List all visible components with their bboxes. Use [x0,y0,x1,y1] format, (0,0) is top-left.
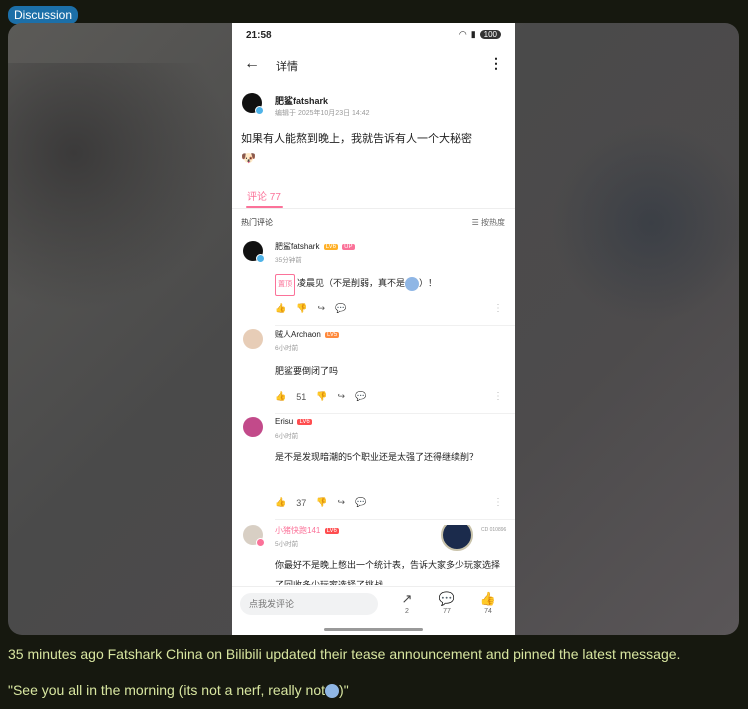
comment-author[interactable]: 肥鲨fatshark LV6 UP [275,241,355,252]
comment-text: 置顶 凌晨见（不是削弱，真不是）！ [275,273,510,296]
verified-badge-icon [255,106,264,115]
edit-timestamp: 编辑于 2025年10月23日 14:42 [275,110,370,117]
tab-bar: 评论 77 [232,188,515,209]
comment-time: 6小时前 [275,345,299,352]
tab-underline [246,206,283,208]
comment-more-icon[interactable]: ⋮ [493,497,503,508]
level-badge: LV5 [325,331,340,338]
reply-icon[interactable]: 💬 [355,391,366,402]
comment-text: 是不是发现暗潮的5个职业还是太强了还得继续削？ [275,452,479,462]
comment-actions: 👍 51 👎 ↪ 💬 [275,391,366,402]
share-icon[interactable]: ↪ [337,391,345,402]
comment-divider [275,325,515,326]
comment-divider [275,413,515,414]
comment-button[interactable]: 💬 77 [435,591,459,615]
verified-badge-icon [256,254,265,263]
comment-divider [275,519,515,520]
comment-actions: 👍 37 👎 ↪ 💬 [275,497,366,508]
more-options-icon[interactable]: ⋮ [489,55,503,72]
background-blur-left [8,63,228,363]
pinned-badge: 置顶 [275,274,295,296]
share-icon[interactable]: ↪ [317,303,325,314]
discussion-tag[interactable]: Discussion [8,6,79,24]
comment-text: 你最好不是晚上憋出一个统计表，告诉大家多少玩家选择了回收多少玩家选择了挑战 [275,560,501,585]
battery-indicator: 100 [479,30,501,39]
share-button[interactable]: ↗ 2 [395,591,419,615]
comment-item: 肥鲨fatshark LV6 UP 35分钟前 置顶 凌晨见（不是削弱，真不是）！… [232,241,515,326]
post-text: 如果有人能熬到晚上，我就告诉有人一个大秘密 [241,133,472,145]
fan-medal-icon [441,525,473,551]
like-icon[interactable]: 👍 [275,497,286,508]
signal-icon: ▮ [470,29,476,39]
reply-icon[interactable]: 💬 [335,303,346,314]
comment-author[interactable]: 小猪快跑141 LV6 [275,525,339,536]
like-count: 51 [296,391,307,402]
dislike-icon[interactable]: 👎 [316,391,327,402]
comment-more-icon[interactable]: ⋮ [493,391,503,402]
up-badge: UP [342,243,355,250]
comment-more-icon[interactable]: ⋮ [493,303,503,314]
reply-icon[interactable]: 💬 [355,497,366,508]
share-icon: ↗ [401,591,413,606]
tab-comments[interactable]: 评论 77 [247,188,281,203]
verified-badge-icon [256,538,265,547]
crying-emoji-icon [325,684,340,699]
comment-author[interactable]: Erisu LV6 [275,417,312,426]
page-title: 详情 [276,61,298,73]
dislike-icon[interactable]: 👎 [296,303,307,314]
dislike-icon[interactable]: 👎 [316,497,327,508]
level-badge: LV6 [324,527,339,534]
level-badge: LV6 [297,418,312,425]
comment-avatar[interactable] [243,329,263,349]
comment-icon: 💬 [438,591,456,606]
status-icons: ◠ ▮ 100 [459,29,501,40]
phone-screen: 21:58 ◠ ▮ 100 ← 详情 ⋮ 肥鲨fatshark 编辑于 2025… [232,23,515,635]
wifi-icon: ◠ [458,29,467,39]
sort-button[interactable]: ☰ 按热度 [472,217,505,228]
like-icon[interactable]: 👍 [275,303,286,314]
screenshot-frame: 21:58 ◠ ▮ 100 ← 详情 ⋮ 肥鲨fatshark 编辑于 2025… [8,23,739,635]
like-icon[interactable]: 👍 [275,391,286,402]
like-button[interactable]: 👍 74 [476,591,500,615]
comment-text: 肥鲨要倒闭了吗 [275,366,339,376]
reply-input[interactable] [240,593,378,615]
comment-item: 贼人Archaon LV5 6小时前 肥鲨要倒闭了吗 👍 51 👎 ↪ 💬 ⋮ [232,329,515,414]
comment-actions: 👍 👎 ↪ 💬 [275,303,346,314]
quote-text: "See you all in the morning (its not a n… [8,682,349,699]
sort-icon: ☰ [471,218,479,227]
level-badge: LV6 [323,243,338,250]
comment-time: 6小时前 [275,433,299,440]
top-bar: ← 详情 ⋮ [232,53,515,77]
author-name[interactable]: 肥鲨fatshark [275,94,328,107]
hot-comments-label: 热门评论 [241,218,273,227]
like-icon: 👍 [479,591,497,606]
comment-item: Erisu LV6 6小时前 是不是发现暗潮的5个职业还是太强了还得继续削？ 👍… [232,417,515,520]
comment-time: 5小时前 [275,541,299,548]
caption-text: 35 minutes ago Fatshark China on Bilibil… [8,646,681,662]
share-icon[interactable]: ↪ [337,497,345,508]
fan-medal-label: CD 010896 [481,527,507,533]
background-blur-right [519,123,739,323]
comment-avatar[interactable] [243,417,263,437]
back-arrow-icon[interactable]: ← [244,55,260,73]
like-count: 37 [296,497,307,508]
status-time: 21:58 [246,30,272,41]
comment-author[interactable]: 贼人Archaon LV5 [275,329,340,340]
home-indicator [324,628,423,631]
comment-item: 小猪快跑141 LV6 5小时前 CD 010896 你最好不是晚上憋出一个统计… [232,525,515,585]
crying-emoji-icon [405,276,420,291]
comment-time: 35分钟前 [275,257,302,264]
doge-emoji-icon: 🐶 [241,151,256,165]
